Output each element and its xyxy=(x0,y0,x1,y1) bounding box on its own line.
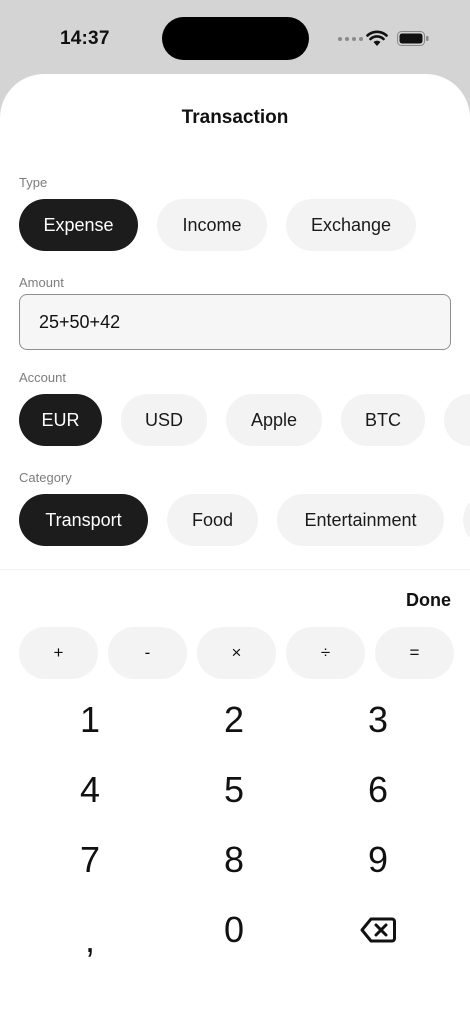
digit-key-8[interactable]: 8 xyxy=(179,830,289,890)
digit-key-6[interactable]: 6 xyxy=(323,760,433,820)
status-bar: 14:37 xyxy=(0,0,470,75)
battery-icon xyxy=(397,31,429,46)
amount-label: Amount xyxy=(19,275,64,290)
cellular-signal-icon xyxy=(338,37,363,41)
type-option-expense[interactable]: Expense xyxy=(19,199,138,251)
page-title: Transaction xyxy=(181,107,289,128)
comma-key[interactable]: , xyxy=(35,910,145,970)
equals-key[interactable]: = xyxy=(375,627,454,679)
digit-key-1[interactable]: 1 xyxy=(35,690,145,750)
type-option-income[interactable]: Income xyxy=(157,199,267,251)
account-option-apple[interactable]: Apple xyxy=(226,394,322,446)
digit-key-5[interactable]: 5 xyxy=(179,760,289,820)
delete-left-icon xyxy=(360,917,396,943)
category-option-entertainment[interactable]: Entertainment xyxy=(277,494,444,546)
category-options: Transport Food Entertainment xyxy=(19,494,470,546)
transaction-sheet: Transaction Type Expense Income Exchange… xyxy=(0,74,470,1024)
multiply-key[interactable]: × xyxy=(197,627,276,679)
digit-key-4[interactable]: 4 xyxy=(35,760,145,820)
type-options: Expense Income Exchange xyxy=(19,199,416,251)
account-option-usd[interactable]: USD xyxy=(121,394,207,446)
backspace-key[interactable] xyxy=(323,900,433,960)
digit-key-2[interactable]: 2 xyxy=(179,690,289,750)
digit-key-0[interactable]: 0 xyxy=(179,900,289,960)
digit-key-7[interactable]: 7 xyxy=(35,830,145,890)
account-options: EUR USD Apple BTC xyxy=(19,394,470,446)
account-option-more[interactable] xyxy=(444,394,470,446)
account-option-btc[interactable]: BTC xyxy=(341,394,425,446)
category-option-transport[interactable]: Transport xyxy=(19,494,148,546)
divide-key[interactable]: ÷ xyxy=(286,627,365,679)
status-time: 14:37 xyxy=(60,28,110,49)
amount-input[interactable]: 25+50+42 xyxy=(19,294,451,350)
category-option-food[interactable]: Food xyxy=(167,494,258,546)
category-label: Category xyxy=(19,470,72,485)
minus-key[interactable]: - xyxy=(108,627,187,679)
type-option-exchange[interactable]: Exchange xyxy=(286,199,416,251)
keyboard-divider xyxy=(0,569,470,570)
digit-key-3[interactable]: 3 xyxy=(323,690,433,750)
type-label: Type xyxy=(19,175,48,190)
account-label: Account xyxy=(19,370,66,385)
wifi-icon xyxy=(366,30,388,46)
digit-key-9[interactable]: 9 xyxy=(323,830,433,890)
category-option-more[interactable] xyxy=(463,494,470,546)
dynamic-island xyxy=(162,17,309,60)
account-option-eur[interactable]: EUR xyxy=(19,394,102,446)
operator-row: + - × ÷ = xyxy=(19,627,454,679)
done-button[interactable]: Done xyxy=(406,590,451,611)
plus-key[interactable]: + xyxy=(19,627,98,679)
